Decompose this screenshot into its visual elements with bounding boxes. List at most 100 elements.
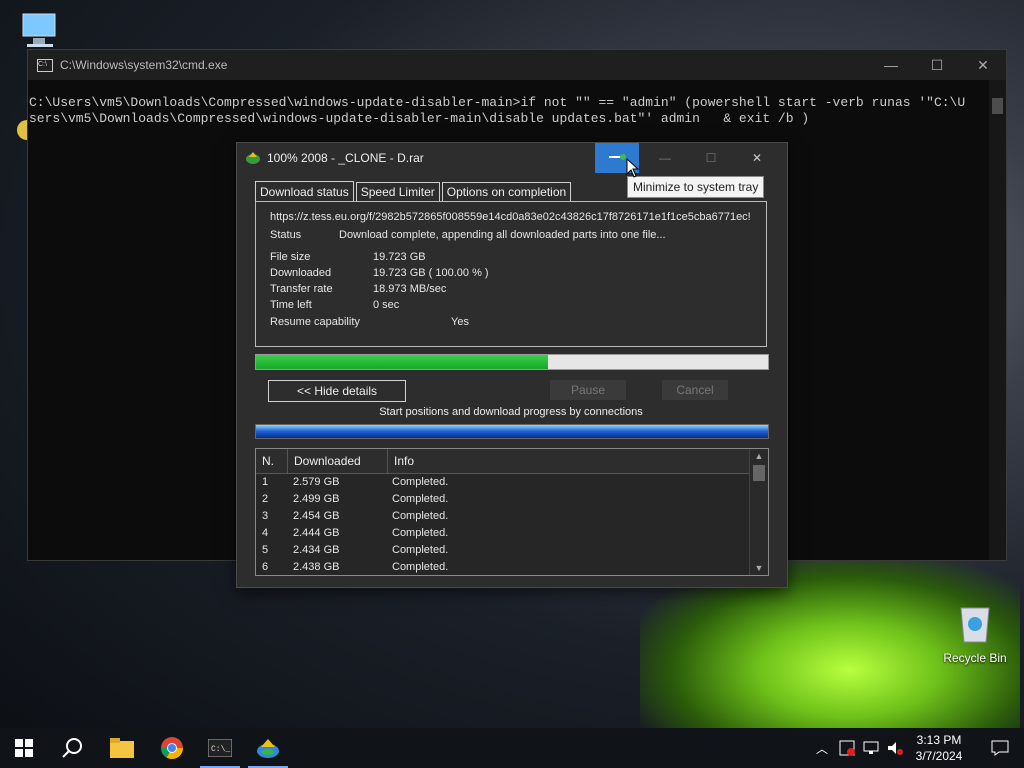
minimize-to-tray-icon [609,154,626,160]
cell-n: 4 [262,527,269,539]
scrollbar-thumb[interactable] [992,98,1003,114]
time-left-value: 0 sec [373,299,400,311]
downloaded-label: Downloaded [270,267,332,279]
cmd-titlebar[interactable]: C:\ C:\Windows\system32\cmd.exe — ☐ ✕ [28,50,1006,80]
desktop-icon-recycle-bin[interactable]: Recycle Bin [940,602,1010,665]
cell-info: Completed. [392,510,449,522]
cell-info: Completed. [392,561,449,573]
scroll-down-icon[interactable]: ▼ [750,563,768,573]
column-header-downloaded[interactable]: Downloaded [288,449,388,473]
connections-caption: Start positions and download progress by… [379,406,643,418]
svg-text:C:\_: C:\_ [211,745,230,754]
scrollbar-thumb[interactable] [753,465,765,481]
tab-bar: Download status Speed Limiter Options on… [255,181,573,202]
cancel-button[interactable]: Cancel [662,380,728,400]
dialog-title: 100% 2008 - _CLONE - D.rar [267,151,424,165]
file-size-value: 19.723 GB [373,251,426,263]
volume-muted-icon[interactable] [884,728,906,768]
close-icon[interactable]: ✕ [960,50,1006,80]
table-row[interactable]: 6 2.438 GB Completed. [256,559,768,576]
cell-info: Completed. [392,476,449,488]
search-button[interactable] [48,728,96,768]
idm-download-dialog[interactable]: 100% 2008 - _CLONE - D.rar — ☐ ✕ Downloa… [236,142,788,588]
mouse-cursor-icon [626,158,640,178]
cell-n: 6 [262,561,269,573]
cell-n: 1 [262,476,269,488]
clock-date: 3/7/2024 [915,749,963,763]
table-row[interactable]: 2 2.499 GB Completed. [256,491,768,508]
notifications-button[interactable] [976,728,1024,768]
tab-options-on-completion[interactable]: Options on completion [441,182,572,202]
cmd-scrollbar[interactable] [989,80,1006,560]
minimize-icon[interactable]: — [868,50,914,80]
minimize-icon[interactable]: — [643,143,687,173]
idm-icon [246,152,260,164]
column-header-n[interactable]: N. [256,449,288,473]
downloaded-value: 19.723 GB ( 100.00 % ) [373,267,489,279]
scroll-up-icon[interactable]: ▲ [750,449,768,463]
cell-info: Completed. [392,527,449,539]
taskbar-idm[interactable] [244,728,292,768]
connections-progress-bar [255,424,769,439]
idm-icon [257,739,279,758]
clock-time: 3:13 PM [916,733,962,747]
show-hidden-icons-chevron-icon[interactable]: ︿ [810,728,834,768]
cell-downloaded: 2.454 GB [293,510,340,522]
notifications-icon [991,740,1009,756]
cmd-icon: C:\_ [208,739,232,757]
cmd-app-icon: C:\ [37,58,53,72]
cell-downloaded: 2.438 GB [293,561,340,573]
time-left-label: Time left [270,299,312,311]
status-value: Download complete, appending all downloa… [339,229,666,241]
tab-speed-limiter[interactable]: Speed Limiter [355,182,440,202]
cmd-line: C:\Users\vm5\Downloads\Compressed\window… [29,95,966,110]
table-header: N. Downloaded Info [256,449,768,474]
table-scrollbar[interactable]: ▲ ▼ [749,449,768,575]
start-button[interactable] [0,728,48,768]
cell-downloaded: 2.499 GB [293,493,340,505]
connections-table[interactable]: N. Downloaded Info 1 2.579 GB Completed. 2 2… [255,448,769,576]
download-status-panel: https://z.tess.eu.org/f/2982b572865f0085… [255,201,767,347]
idm-titlebar[interactable]: 100% 2008 - _CLONE - D.rar — ☐ ✕ [237,143,787,173]
desktop-icon-label: Recycle Bin [943,651,1007,665]
tray-update-icon[interactable] [836,728,858,768]
cell-downloaded: 2.434 GB [293,544,340,556]
pause-button[interactable]: Pause [550,380,626,400]
chrome-icon [161,737,183,759]
maximize-icon[interactable]: ☐ [689,143,733,173]
cell-downloaded: 2.444 GB [293,527,340,539]
resume-value: Yes [451,316,469,328]
cell-info: Completed. [392,493,449,505]
status-label: Status [270,229,302,241]
transfer-rate-value: 18.973 MB/sec [373,283,447,295]
search-icon [62,738,82,758]
this-pc-icon [4,10,74,53]
network-icon[interactable] [860,728,882,768]
table-body: 1 2.579 GB Completed. 2 2.499 GB Completed. 3 2… [256,474,768,576]
taskbar: C:\_ ︿ 3:13 PM 3/7/2024 [0,728,1024,768]
cmd-output[interactable]: C:\Users\vm5\Downloads\Compressed\window… [28,80,1006,127]
table-row[interactable]: 1 2.579 GB Completed. [256,474,768,491]
close-icon[interactable]: ✕ [735,143,779,173]
taskbar-chrome[interactable] [148,728,196,768]
transfer-rate-label: Transfer rate [270,283,333,295]
download-progress-bar [255,354,769,370]
cell-n: 3 [262,510,269,522]
column-header-info[interactable]: Info [388,449,734,473]
tooltip: Minimize to system tray [627,176,765,198]
table-row[interactable]: 4 2.444 GB Completed. [256,525,768,542]
taskbar-cmd[interactable]: C:\_ [196,728,244,768]
taskbar-file-explorer[interactable] [98,728,146,768]
cell-info: Completed. [392,544,449,556]
table-row[interactable]: 5 2.434 GB Completed. [256,542,768,559]
maximize-icon[interactable]: ☐ [914,50,960,80]
progress-fill [256,355,548,369]
hide-details-button[interactable]: << Hide details [268,380,406,402]
cmd-line: sers\vm5\Downloads\Compressed\windows-up… [29,111,810,126]
tab-download-status[interactable]: Download status [255,181,354,202]
table-row[interactable]: 3 2.454 GB Completed. [256,508,768,525]
cmd-title: C:\Windows\system32\cmd.exe [60,58,228,72]
file-explorer-icon [110,738,134,758]
taskbar-clock[interactable]: 3:13 PM 3/7/2024 [906,732,972,764]
file-size-label: File size [270,251,311,263]
